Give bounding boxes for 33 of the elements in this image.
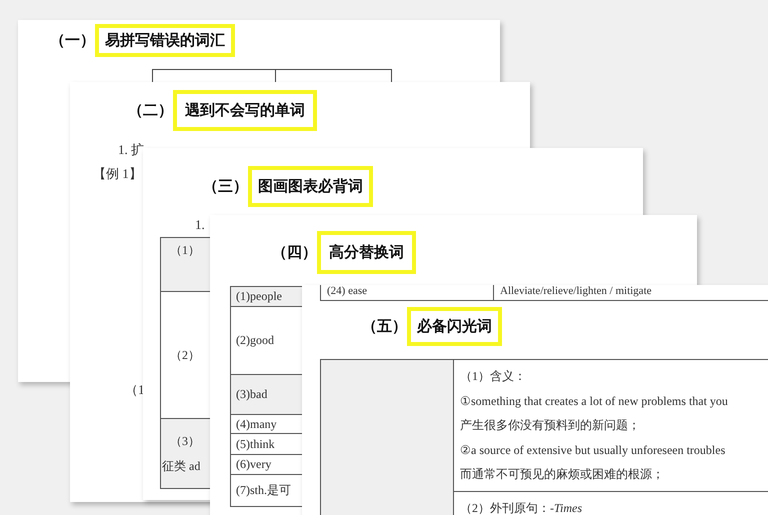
body-text: （1 (125, 381, 144, 399)
table-cell-text: (3)bad (236, 387, 268, 402)
table-cell-text: (5)think (236, 436, 275, 452)
body-text: （1）含义： (460, 368, 527, 385)
section-number: （三） (203, 177, 248, 196)
table-cell-text: (7)sth.是可 (236, 482, 291, 499)
table-cell-text: （3） (170, 432, 200, 450)
section-title: 易拼写错误的词汇 (95, 24, 235, 57)
table-cell-text: (2)good (236, 333, 274, 348)
body-text: 而通常不可预见的麻烦或困难的根源； (460, 466, 665, 483)
body-text: （2）外刊原句：-Times (460, 500, 584, 515)
section-title: 必备闪光词 (407, 307, 502, 346)
body-text: ①something that creates a lot of new problems that you (460, 392, 729, 410)
section-number: （五） (362, 317, 407, 336)
body-text: ②a source of extensive but usually unforeseen troubles (460, 442, 726, 459)
table-cell-text: （2） (170, 346, 200, 364)
table-cell-text: 征类 ad (162, 458, 200, 474)
section-title: 遇到不会写的单词 (173, 90, 317, 131)
table-cell: (24) ease (321, 285, 494, 300)
table-cell-text: （1） (170, 242, 200, 259)
table-cell-text: (6)very (236, 457, 272, 472)
section-number: （四） (272, 243, 317, 262)
body-text: 1. (195, 217, 205, 233)
body-text: 1. 扩 (118, 141, 144, 159)
table-cell-text: (1)people (236, 289, 282, 304)
section-number: （二） (128, 101, 173, 120)
section-number: （一） (50, 31, 95, 50)
section-title: 图画图表必背词 (248, 166, 373, 207)
body-text: 产生很多你没有预料到的新问题； (460, 417, 641, 434)
section-title: 高分替换词 (317, 231, 416, 274)
body-text: 【例 1】 (93, 165, 142, 183)
table-cell-text: (4)many (236, 416, 277, 432)
table-cell-text: Alleviate/relieve/lighten / mitigate (499, 285, 652, 299)
